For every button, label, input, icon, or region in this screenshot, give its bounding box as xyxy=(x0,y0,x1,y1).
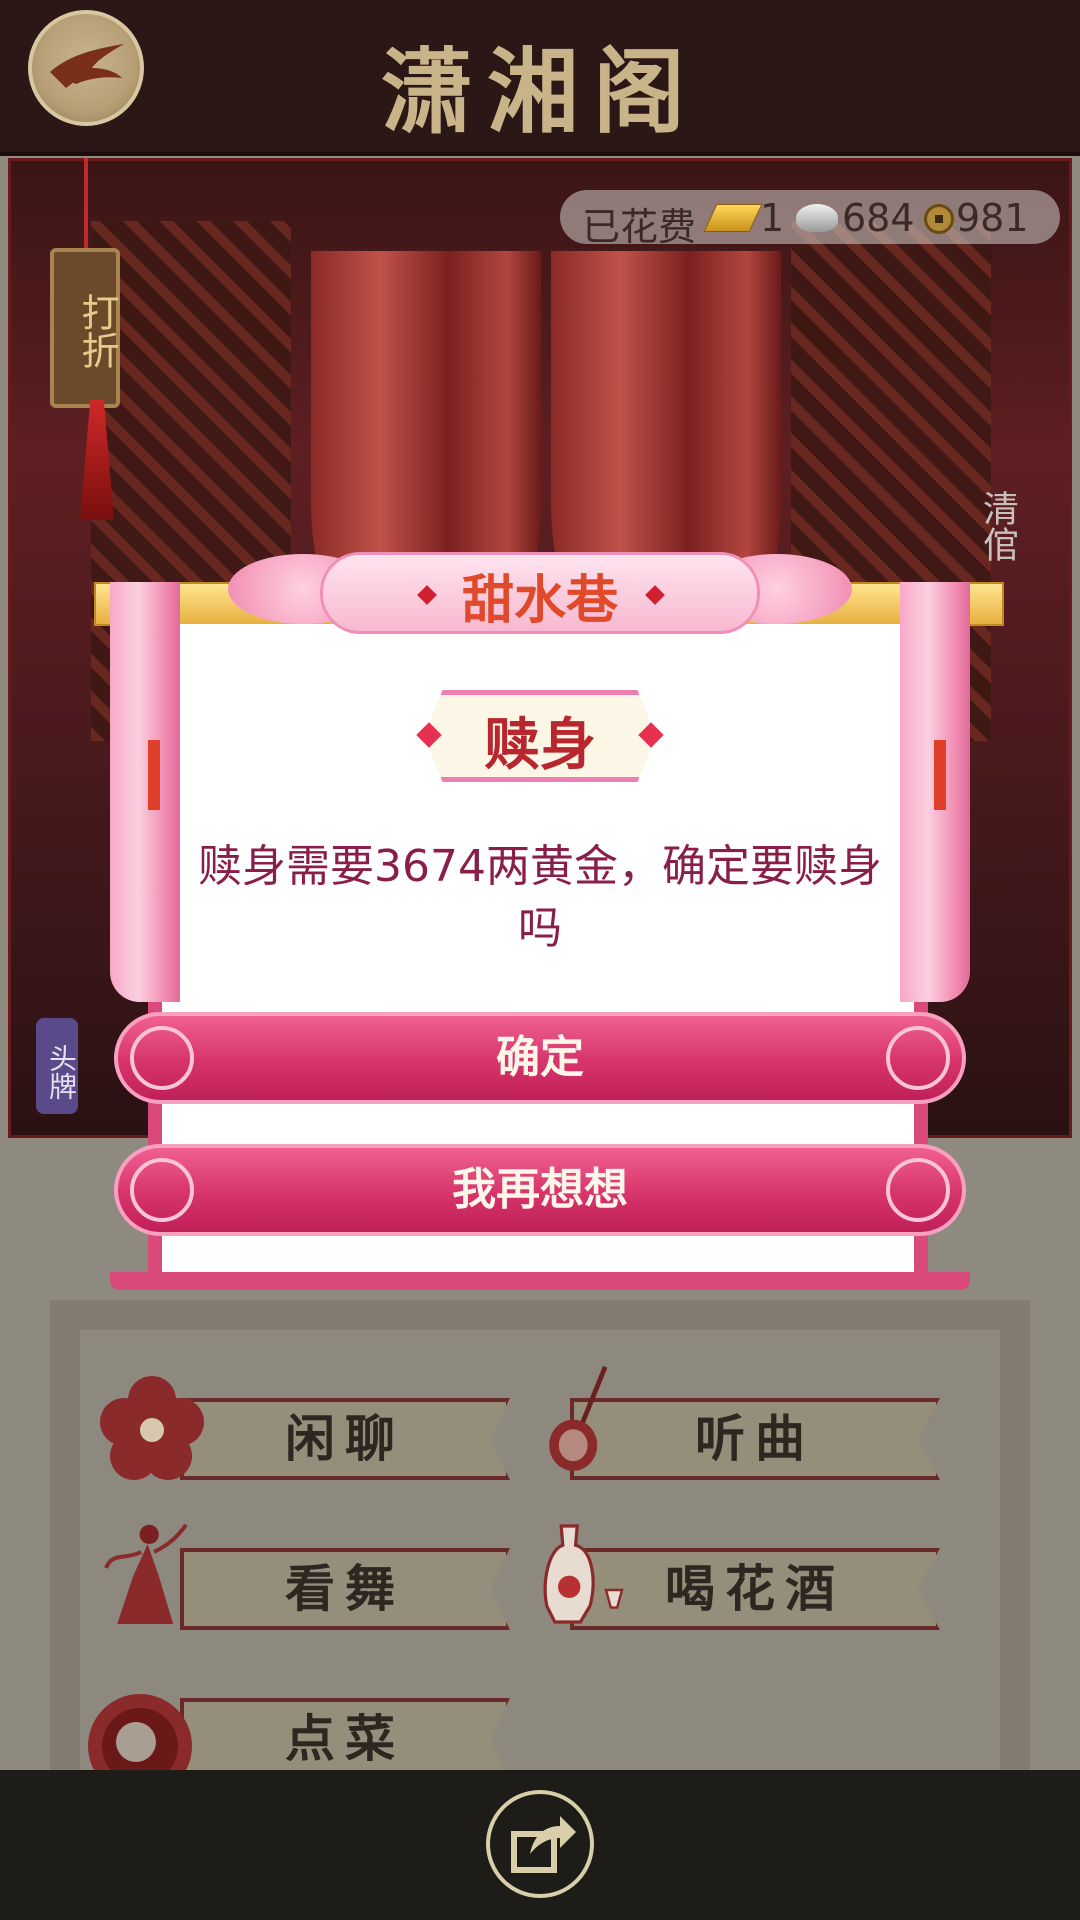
dialog-bottom-rod xyxy=(110,1272,970,1290)
silver-amount: 684 xyxy=(842,196,915,240)
dancer-icon xyxy=(104,1523,188,1624)
curtain-tie-right xyxy=(934,740,946,810)
curtain-tie-left xyxy=(148,740,160,810)
cancel-button[interactable]: 我再想想 xyxy=(114,1144,966,1236)
location-title: 甜水巷 xyxy=(461,570,618,631)
share-button[interactable] xyxy=(486,1790,594,1898)
toupai-badge[interactable]: 头牌 xyxy=(36,1018,78,1114)
confirm-button[interactable]: 确定 xyxy=(114,1012,966,1104)
page-title: 潇湘阁 xyxy=(380,38,699,146)
wine-pot-icon xyxy=(543,1524,624,1624)
chat-button[interactable]: 闲聊 xyxy=(180,1398,510,1480)
dialog-curtain-left xyxy=(110,582,180,1002)
order-food-button[interactable]: 点菜 xyxy=(180,1698,510,1780)
dialog-message: 赎身需要3674两黄金，确定要赎身吗 xyxy=(198,841,882,954)
copper-coin-icon xyxy=(924,204,954,234)
tag-string xyxy=(84,158,88,254)
discount-tag-label: 打折 xyxy=(75,293,119,369)
share-icon xyxy=(511,1816,576,1873)
copper-amount: 981 xyxy=(956,196,1029,240)
gold-amount: 1 xyxy=(760,196,785,240)
flower-icon xyxy=(100,1376,204,1480)
spent-label: 已花费 xyxy=(582,205,697,249)
pipa-icon xyxy=(549,1365,608,1471)
dialog-heading: 赎身 xyxy=(484,712,596,778)
watch-dance-button[interactable]: 看舞 xyxy=(180,1548,510,1630)
silver-ingot-icon xyxy=(796,204,838,232)
